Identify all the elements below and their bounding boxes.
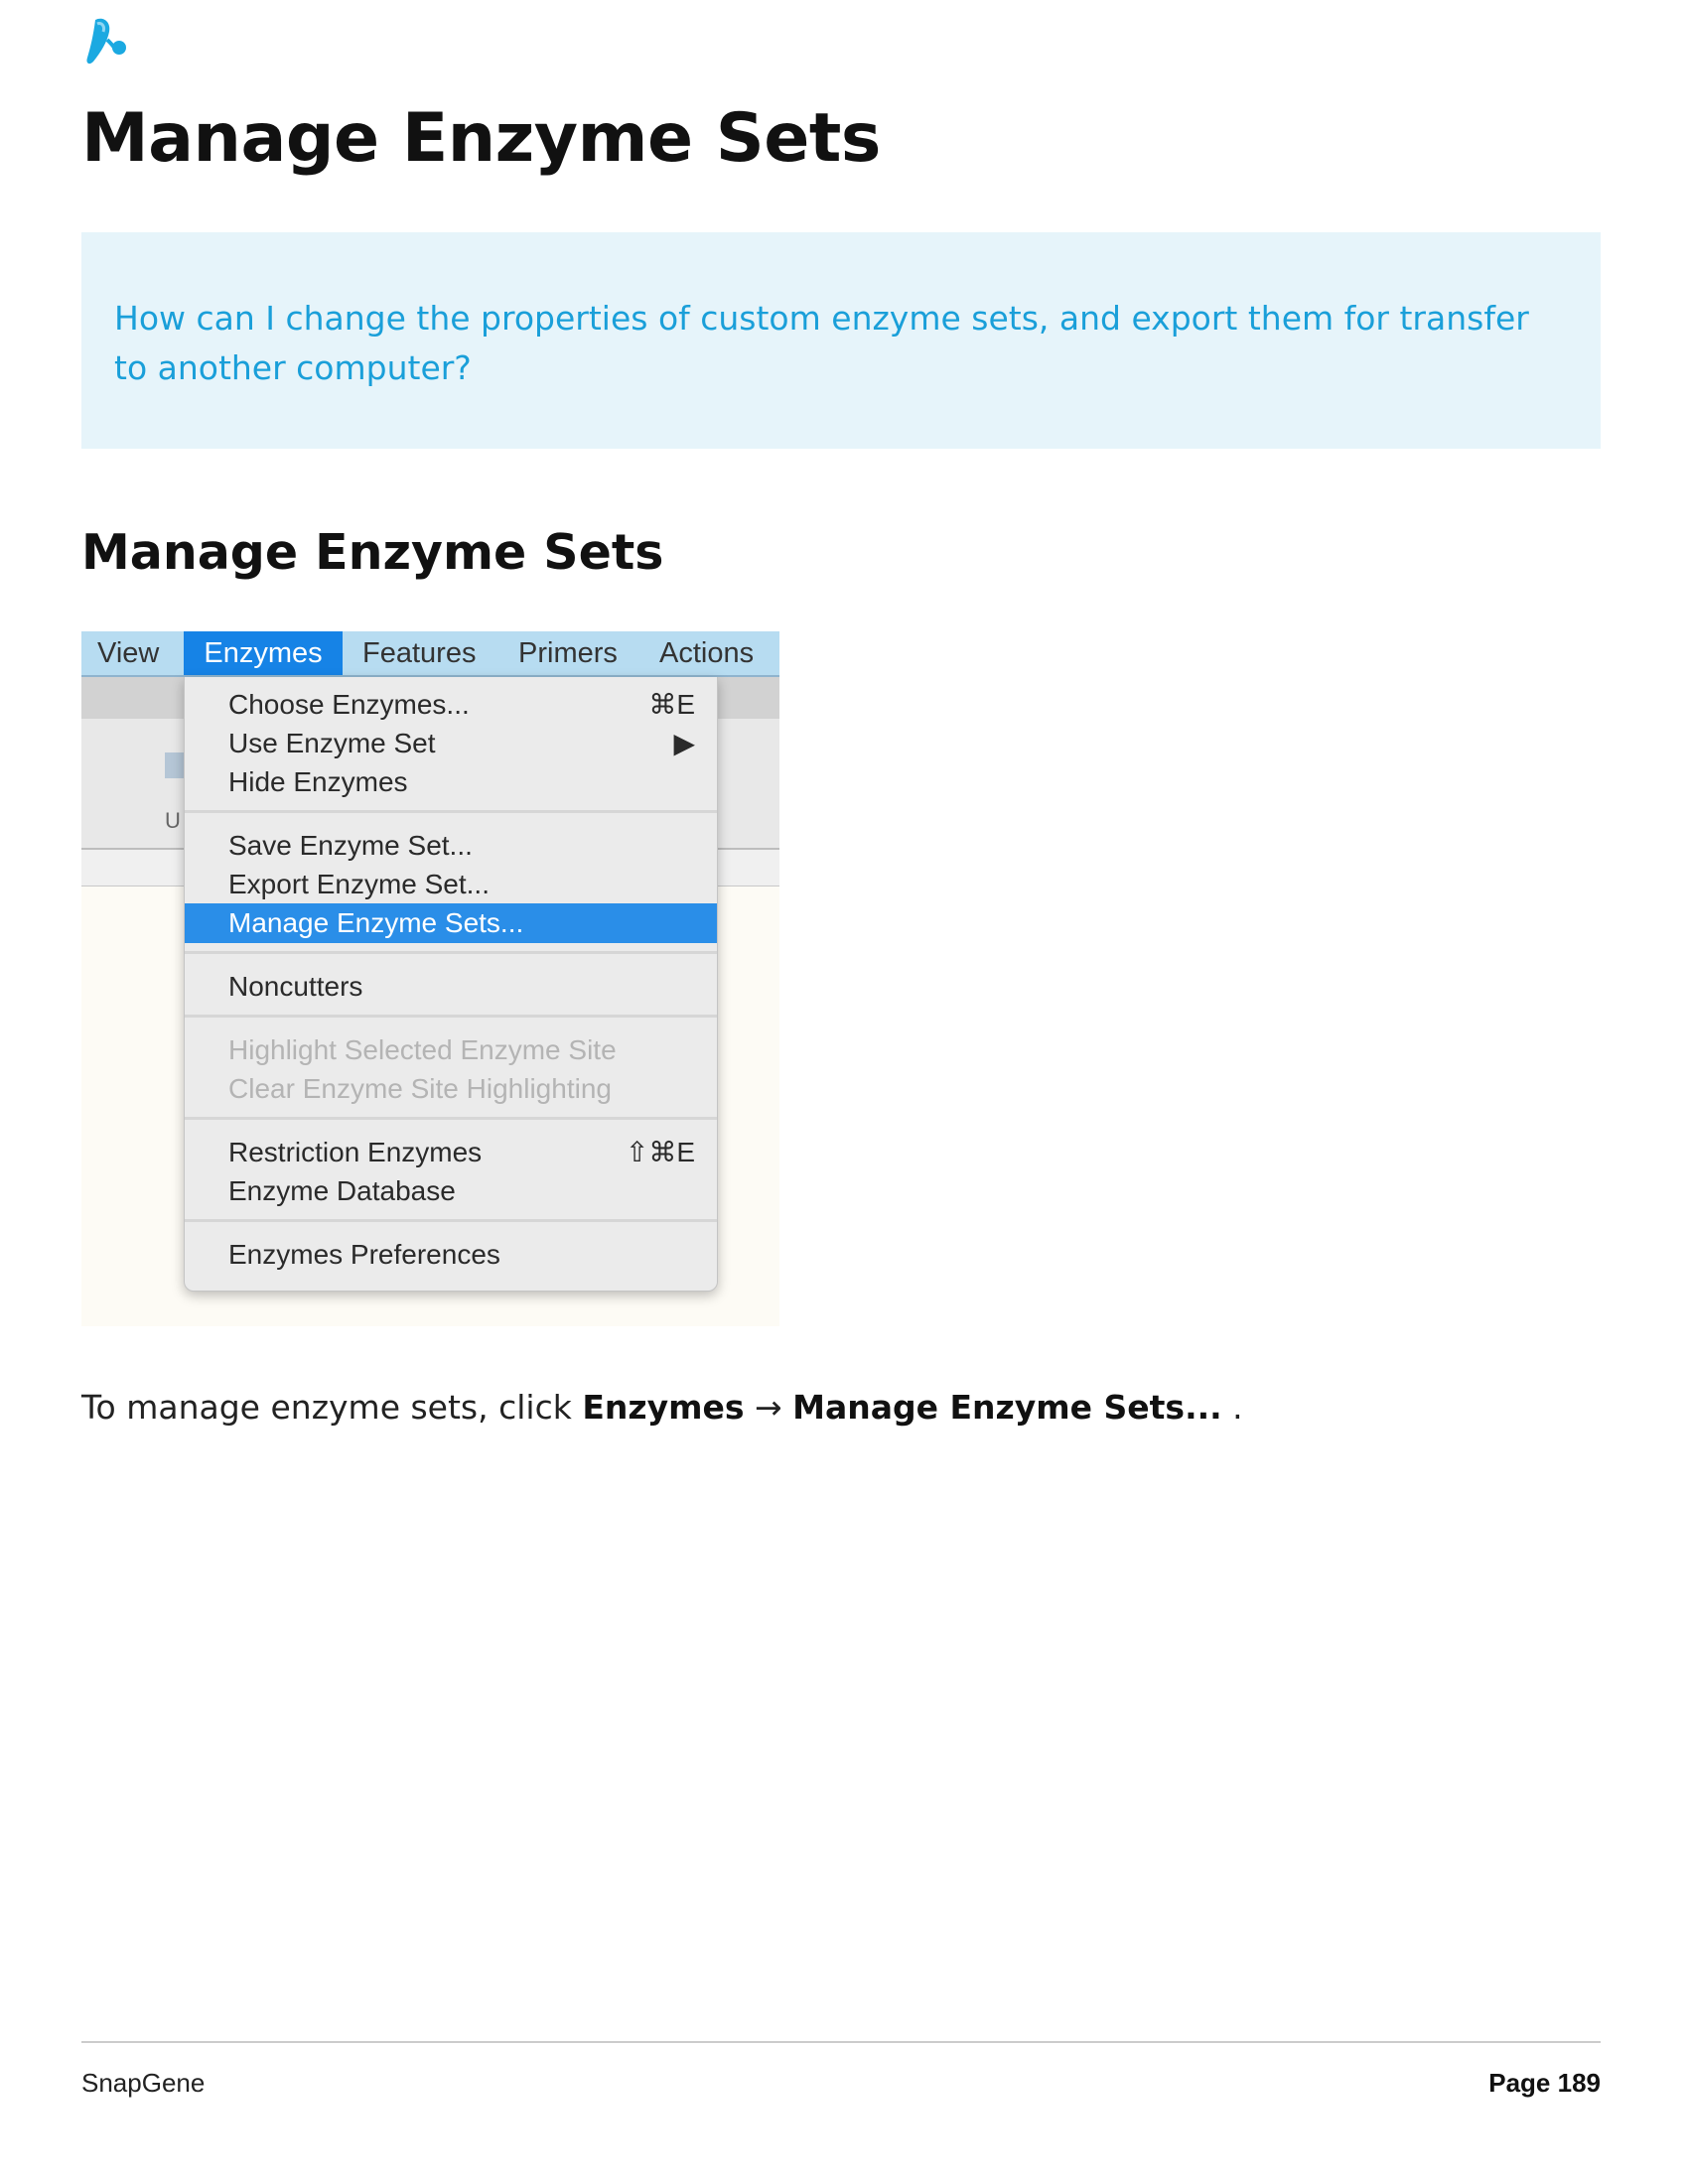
instruction-suffix: . bbox=[1221, 1388, 1243, 1427]
shortcut-label: ⇧⌘E bbox=[625, 1137, 695, 1167]
menu-view[interactable]: View bbox=[97, 631, 159, 675]
menu-item-label: Use Enzyme Set bbox=[228, 728, 436, 758]
menu-item-noncutters[interactable]: Noncutters bbox=[185, 967, 717, 1007]
menu-item-save-enzyme-set[interactable]: Save Enzyme Set... bbox=[185, 826, 717, 866]
callout-question: How can I change the properties of custo… bbox=[114, 299, 1529, 387]
menu-item-hide-enzymes[interactable]: Hide Enzymes bbox=[185, 762, 717, 802]
submenu-arrow-icon: ▶ bbox=[673, 728, 695, 758]
section-heading: Manage Enzyme Sets bbox=[81, 524, 664, 581]
instruction-menu-name: Enzymes bbox=[582, 1388, 745, 1427]
arrow-icon: → bbox=[744, 1388, 793, 1427]
menu-actions[interactable]: Actions bbox=[659, 631, 754, 675]
menu-separator bbox=[185, 1117, 717, 1120]
menu-item-label: Enzymes Preferences bbox=[228, 1239, 500, 1270]
menu-item-label: Save Enzyme Set... bbox=[228, 830, 473, 861]
menu-item-restriction-enzymes[interactable]: Restriction Enzymes ⇧⌘E bbox=[185, 1133, 717, 1172]
menu-item-label: Hide Enzymes bbox=[228, 766, 408, 797]
menu-item-label: Highlight Selected Enzyme Site bbox=[228, 1034, 617, 1065]
menu-screenshot: U View Enzymes Features Primers Actions … bbox=[81, 631, 779, 1326]
menu-separator bbox=[185, 810, 717, 813]
footer-brand: SnapGene bbox=[81, 2068, 206, 2098]
snapgene-logo-icon bbox=[86, 18, 126, 65]
menu-item-manage-enzyme-sets[interactable]: Manage Enzyme Sets... bbox=[185, 903, 717, 943]
menu-item-enzymes-preferences[interactable]: Enzymes Preferences bbox=[185, 1235, 717, 1275]
menu-item-choose-enzymes[interactable]: Choose Enzymes... ⌘E bbox=[185, 685, 717, 725]
faq-callout: How can I change the properties of custo… bbox=[81, 232, 1601, 449]
page-title: Manage Enzyme Sets bbox=[81, 99, 881, 178]
menu-primers[interactable]: Primers bbox=[518, 631, 618, 675]
menu-item-label: Export Enzyme Set... bbox=[228, 869, 490, 899]
instruction-text: To manage enzyme sets, click Enzymes → M… bbox=[81, 1388, 1243, 1427]
menu-item-label: Manage Enzyme Sets... bbox=[228, 907, 524, 938]
menu-item-label: Choose Enzymes... bbox=[228, 689, 470, 720]
menu-separator bbox=[185, 1219, 717, 1222]
menu-separator bbox=[185, 1015, 717, 1018]
menu-features[interactable]: Features bbox=[362, 631, 476, 675]
menu-item-label: Noncutters bbox=[228, 971, 363, 1002]
enzymes-dropdown: Choose Enzymes... ⌘E Use Enzyme Set ▶ Hi… bbox=[184, 677, 718, 1292]
footer-divider bbox=[81, 2041, 1601, 2043]
menu-item-clear-enzyme-site-highlighting: Clear Enzyme Site Highlighting bbox=[185, 1069, 717, 1109]
instruction-prefix: To manage enzyme sets, click bbox=[81, 1388, 583, 1427]
page-number: Page 189 bbox=[1488, 2068, 1601, 2098]
menu-separator bbox=[185, 951, 717, 954]
menubar: View Enzymes Features Primers Actions bbox=[81, 631, 779, 677]
menu-item-highlight-selected-enzyme-site: Highlight Selected Enzyme Site bbox=[185, 1030, 717, 1070]
menu-item-export-enzyme-set[interactable]: Export Enzyme Set... bbox=[185, 865, 717, 904]
menu-enzymes[interactable]: Enzymes bbox=[184, 631, 343, 675]
menu-item-enzyme-database[interactable]: Enzyme Database bbox=[185, 1171, 717, 1211]
instruction-menu-item: Manage Enzyme Sets... bbox=[792, 1388, 1222, 1427]
menu-item-use-enzyme-set[interactable]: Use Enzyme Set ▶ bbox=[185, 724, 717, 763]
toolbar-button-label: U bbox=[165, 808, 181, 833]
menu-item-label: Enzyme Database bbox=[228, 1175, 456, 1206]
menu-item-label: Restriction Enzymes bbox=[228, 1137, 483, 1167]
shortcut-label: ⌘E bbox=[648, 689, 695, 720]
menu-item-label: Clear Enzyme Site Highlighting bbox=[228, 1073, 612, 1104]
toolbar-button-icon bbox=[165, 752, 185, 778]
